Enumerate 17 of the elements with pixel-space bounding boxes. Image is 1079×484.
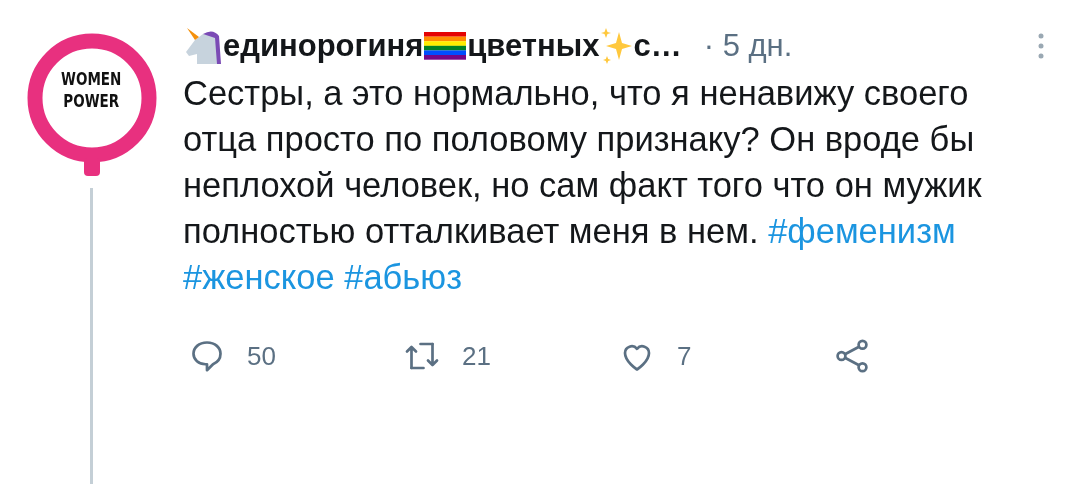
tweet-text: Сестры, а это нормально, что я ненавижу своего отца просто по половому признаку? Он вроде бы неплохой человек, но сам факт того что он мужик полностью отталкивает меня в нем. #феменизм #женское #абьюз (183, 73, 983, 298)
action-count: 50 (247, 340, 276, 372)
author-name[interactable]: единорогиня (223, 28, 424, 64)
author-name[interactable]: с… (633, 28, 682, 64)
author-name[interactable]: цветных (467, 28, 600, 64)
reply-icon[interactable] (189, 338, 225, 374)
hashtag-link[interactable]: #абьюз (344, 258, 463, 296)
unicorn-icon (183, 26, 223, 66)
hashtag-link[interactable]: #женское (183, 258, 335, 296)
hashtag-link[interactable]: #феменизм (768, 212, 956, 250)
action-count: 7 (677, 340, 692, 372)
share-icon[interactable] (834, 338, 870, 374)
action-count: 21 (462, 340, 491, 372)
timestamp[interactable]: · 5 дн. (703, 28, 793, 64)
rainbow-flag-icon (423, 31, 468, 61)
avatar-text: POWER (63, 90, 120, 112)
avatar-text: WOMEN (61, 68, 122, 90)
